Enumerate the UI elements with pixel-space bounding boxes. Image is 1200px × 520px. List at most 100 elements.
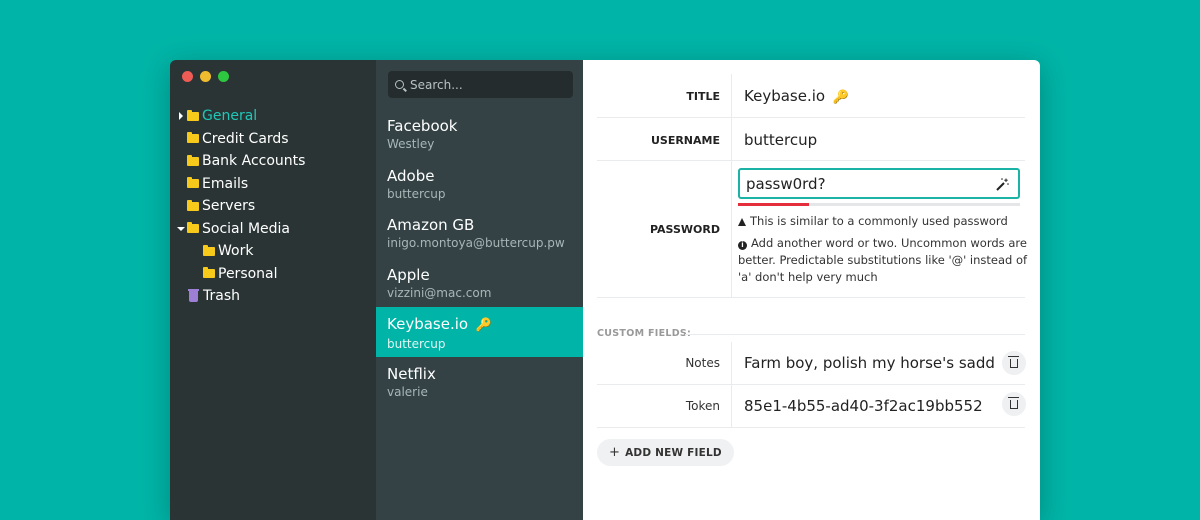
sidebar-item-label: General <box>202 108 258 125</box>
chevron-down-icon[interactable] <box>177 226 185 231</box>
folder-icon <box>203 244 215 256</box>
username-label: USERNAME <box>650 134 720 147</box>
add-field-label: ADD NEW FIELD <box>625 446 722 459</box>
delete-field-button[interactable] <box>1002 392 1026 416</box>
list-item[interactable]: Apple vizzini@mac.com <box>376 258 583 308</box>
list-item[interactable]: Adobe buttercup <box>376 159 583 209</box>
custom-field-value[interactable]: 85e1-4b55-ad40-3f2ac19bb552 <box>744 397 983 415</box>
trash-icon <box>1008 396 1019 409</box>
list-item-selected[interactable]: Keybase.io 🔑 buttercup <box>376 307 583 357</box>
list-item[interactable]: Netflix valerie <box>376 357 583 407</box>
sidebar-item-general[interactable]: General <box>170 105 376 128</box>
app-window: General Credit Cards Bank Accounts Email… <box>170 60 1040 520</box>
key-icon: 🔑 <box>832 90 850 105</box>
sidebar-item-social-media[interactable]: Social Media <box>170 218 376 241</box>
row-divider <box>731 385 732 427</box>
folder-icon <box>187 199 199 211</box>
title-row: TITLE Keybase.io 🔑 <box>597 74 1025 118</box>
minimize-window-button[interactable] <box>200 71 211 82</box>
search-icon <box>395 80 404 89</box>
entry-title: Apple <box>387 265 430 284</box>
zoom-window-button[interactable] <box>218 71 229 82</box>
password-value: passw0rd? <box>746 174 826 193</box>
sidebar-item-label: Bank Accounts <box>202 153 306 170</box>
folder-icon <box>187 132 199 144</box>
folder-icon <box>187 109 199 121</box>
password-suggestion: i Add another word or two. Uncommon words… <box>738 235 1028 286</box>
entry-subtitle: buttercup <box>387 337 446 351</box>
search-placeholder: Search... <box>410 77 463 92</box>
folder-icon <box>203 267 215 279</box>
entry-subtitle: vizzini@mac.com <box>387 285 492 300</box>
sidebar-item-servers[interactable]: Servers <box>170 195 376 218</box>
title-value: Keybase.io <box>744 87 826 105</box>
folder-icon <box>187 154 199 166</box>
window-controls <box>182 71 229 82</box>
add-field-button[interactable]: + ADD NEW FIELD <box>597 439 734 466</box>
list-item[interactable]: Facebook Westley <box>376 109 583 159</box>
sidebar-item-personal[interactable]: Personal <box>170 263 376 286</box>
entry-title: Keybase.io <box>387 315 469 333</box>
sidebar-item-label: Credit Cards <box>202 130 289 147</box>
group-tree: General Credit Cards Bank Accounts Email… <box>170 105 376 308</box>
title-field[interactable]: Keybase.io 🔑 <box>744 87 849 105</box>
sidebar-item-label: Work <box>218 243 254 260</box>
title-label: TITLE <box>686 90 720 103</box>
sidebar-item-label: Emails <box>202 175 249 192</box>
search-input[interactable]: Search... <box>388 71 573 98</box>
row-divider <box>731 161 732 297</box>
custom-field-value[interactable]: Farm boy, polish my horse's saddle. I <box>744 354 994 372</box>
entry-subtitle: buttercup <box>387 186 446 201</box>
info-icon: i <box>738 241 747 250</box>
sidebar-item-label: Social Media <box>202 220 291 237</box>
warning-text: This is similar to a commonly used passw… <box>750 214 1008 228</box>
password-input[interactable]: passw0rd? <box>738 168 1020 199</box>
entry-list: Search... Facebook Westley Adobe butterc… <box>376 60 583 520</box>
sidebar-item-label: Servers <box>202 198 256 215</box>
password-label: PASSWORD <box>649 223 720 236</box>
custom-field-label: Token <box>685 399 720 413</box>
username-row: USERNAME buttercup <box>597 118 1025 161</box>
custom-field-row: Notes Farm boy, polish my horse's saddle… <box>597 342 1026 385</box>
row-divider <box>731 342 732 384</box>
magic-wand-icon[interactable] <box>996 178 1009 191</box>
strength-fill <box>738 203 809 206</box>
entry-subtitle: Westley <box>387 137 435 151</box>
folder-icon <box>187 177 199 189</box>
entry-title: Amazon GB <box>387 216 475 234</box>
divider <box>685 334 1025 335</box>
entry-title: Netflix <box>387 364 436 383</box>
sidebar-item-work[interactable]: Work <box>170 240 376 263</box>
list-item[interactable]: Amazon GB inigo.montoya@buttercup.pw <box>376 208 583 258</box>
password-strength-meter <box>738 203 1020 206</box>
custom-field-row: Token 85e1-4b55-ad40-3f2ac19bb552 <box>597 385 1026 428</box>
entries: Facebook Westley Adobe buttercup Amazon … <box>376 109 583 406</box>
sidebar-item-emails[interactable]: Emails <box>170 173 376 196</box>
delete-field-button[interactable] <box>1002 351 1026 375</box>
password-warning: This is similar to a commonly used passw… <box>738 213 1028 230</box>
entry-subtitle: valerie <box>387 384 428 399</box>
sidebar-item-label: Trash <box>203 288 240 305</box>
row-divider <box>731 118 732 160</box>
sidebar: General Credit Cards Bank Accounts Email… <box>170 60 376 520</box>
suggestion-text: Add another word or two. Uncommon words … <box>738 236 1028 284</box>
custom-field-label: Notes <box>685 356 720 370</box>
warning-icon <box>738 218 746 226</box>
sidebar-item-trash[interactable]: Trash <box>170 285 376 308</box>
row-divider <box>731 74 732 117</box>
entry-detail: TITLE Keybase.io 🔑 USERNAME buttercup PA… <box>583 60 1040 520</box>
username-field[interactable]: buttercup <box>744 131 817 149</box>
entry-title: Adobe <box>387 166 435 185</box>
sidebar-item-label: Personal <box>218 265 278 282</box>
entry-title: Facebook <box>387 117 458 135</box>
sidebar-item-bank-accounts[interactable]: Bank Accounts <box>170 150 376 173</box>
folder-icon <box>187 222 199 234</box>
sidebar-item-credit-cards[interactable]: Credit Cards <box>170 128 376 151</box>
password-row: PASSWORD passw0rd? This is similar to a … <box>597 161 1028 298</box>
chevron-right-icon[interactable] <box>179 112 183 120</box>
custom-fields-header: CUSTOM FIELDS: <box>597 328 692 339</box>
plus-icon: + <box>609 445 621 460</box>
trash-icon <box>188 288 199 302</box>
entry-subtitle: inigo.montoya@buttercup.pw <box>387 236 565 250</box>
close-window-button[interactable] <box>182 71 193 82</box>
